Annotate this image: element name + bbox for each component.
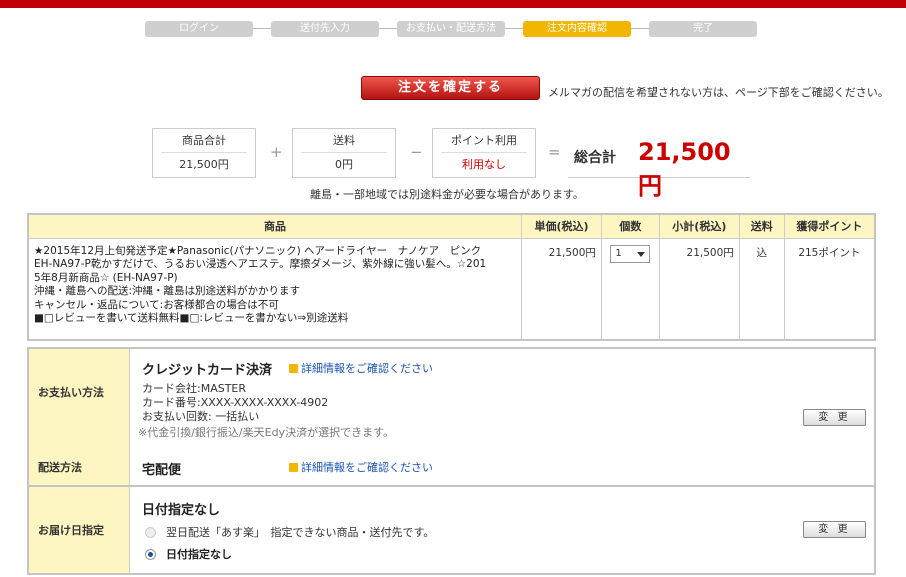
payment-options-note: ※代金引換/銀行振込/楽天Edy決済が選択できます。 — [138, 426, 394, 439]
line-shipping-cell: 込 — [738, 237, 785, 341]
radio-next-day[interactable] — [145, 527, 156, 538]
header-subtotal: 小計(税込) — [658, 213, 740, 239]
radio-no-date[interactable] — [145, 549, 156, 560]
quantity-cell: 1 — [600, 237, 660, 341]
points-box: ポイント利用 利用なし — [432, 128, 536, 178]
grand-total-label: 総合計 — [574, 150, 616, 166]
subtotal-value: 21,500円 — [179, 158, 229, 171]
arrow-icon — [289, 463, 298, 472]
header-points: 獲得ポイント — [783, 213, 876, 239]
payment-method-label: お支払い方法 — [38, 386, 104, 399]
shipping-label: 送料 — [301, 129, 387, 153]
delivery-method-name: 宅配便 — [142, 463, 182, 478]
delivery-detail-link[interactable]: 詳細情報をご確認ください — [289, 459, 433, 475]
product-title: ★2015年12月上旬発送予定★Panasonic(パナソニック) ヘアードライ… — [34, 244, 482, 257]
arrow-icon — [289, 364, 298, 373]
step-login: ログイン — [145, 21, 253, 37]
installments: お支払い回数: 一括払い — [142, 410, 260, 423]
delivery-date-title: 日付指定なし — [142, 503, 221, 518]
unit-price-cell: 21,500円 — [521, 237, 602, 341]
change-delivery-date-button[interactable]: 変 更 — [803, 521, 866, 538]
line-subtotal-cell: 21,500円 — [658, 237, 740, 341]
step-complete: 完了 — [649, 21, 757, 37]
points-value: 利用なし — [462, 158, 506, 171]
equals-sign: = — [548, 143, 561, 161]
grand-total-value: 21,500円 — [638, 138, 731, 200]
product-option-review: ■□レビューを書いて送料無料■□:レビューを書かない⇒別途送料 — [34, 312, 349, 324]
quantity-select[interactable]: 1 — [610, 244, 651, 263]
line-points-cell: 215ポイント — [783, 237, 876, 341]
plus-sign: + — [270, 143, 283, 161]
points-label: ポイント利用 — [441, 129, 527, 153]
product-option-cancel: キャンセル・返品について:お客様都合の場合は不可 — [34, 298, 279, 311]
step-shipping-address: 送付先入力 — [271, 21, 379, 37]
table-row: ★2015年12月上旬発送予定★Panasonic(パナソニック) ヘアードライ… — [27, 237, 876, 341]
header-product: 商品 — [27, 213, 523, 239]
product-description: EH-NA97-P乾かすだけで、うるおい浸透ヘアエステ。摩擦ダメージ、紫外線に強… — [34, 258, 487, 270]
subtotal-box: 商品合計 21,500円 — [152, 128, 256, 178]
subtotal-label: 商品合計 — [161, 129, 247, 153]
order-items-table: 商品 単価(税込) 個数 小計(税込) 送料 獲得ポイント ★2015年12月上… — [27, 213, 876, 341]
product-option-okinawa: 沖縄・離島への配送:沖縄・離島は別途送料がかかります — [34, 285, 301, 297]
header-unit-price: 単価(税込) — [521, 213, 602, 239]
step-order-confirm: 注文内容確認 — [523, 21, 631, 37]
confirm-order-button[interactable]: 注文を確定する — [361, 76, 540, 100]
payment-detail-link[interactable]: 詳細情報をご確認ください — [289, 360, 433, 376]
remote-area-note: 離島・一部地域では別途料金が必要な場合があります。 — [310, 188, 584, 201]
delivery-date-section: お届け日指定 日付指定なし 翌日配送「あす楽」 指定できない商品・送付先です。 … — [27, 485, 876, 575]
grand-total: 総合計 21,500円 — [568, 130, 750, 200]
newsletter-note: メルマガの配信を希望されない方は、ページ下部をご確認ください。 — [548, 86, 889, 99]
payment-method-name: クレジットカード決済 — [142, 363, 273, 378]
top-brand-bar — [0, 0, 906, 8]
product-name-cell: ★2015年12月上旬発送予定★Panasonic(パナソニック) ヘアードライ… — [27, 237, 523, 341]
no-date-option-label: 日付指定なし — [166, 548, 232, 561]
header-shipping: 送料 — [738, 213, 785, 239]
change-payment-button[interactable]: 変 更 — [803, 409, 866, 426]
shipping-box: 送料 0円 — [292, 128, 396, 178]
card-company: カード会社:MASTER — [142, 382, 247, 395]
delivery-date-label: お届け日指定 — [38, 524, 104, 537]
next-day-option-label: 翌日配送「あす楽」 指定できない商品・送付先です。 — [166, 526, 435, 539]
delivery-detail-link-text: 詳細情報をご確認ください — [301, 461, 433, 474]
shipping-value: 0円 — [335, 158, 353, 171]
delivery-method-label: 配送方法 — [38, 461, 82, 474]
chevron-down-icon — [637, 251, 646, 257]
order-progress-steps: ログイン 送付先入力 お支払い・配送方法 注文内容確認 完了 — [145, 21, 757, 37]
card-number: カード番号:XXXX-XXXX-XXXX-4902 — [142, 396, 329, 409]
product-description-cont: 5年8月新商品☆ (EH-NA97-P) — [34, 271, 178, 284]
payment-detail-link-text: 詳細情報をご確認ください — [301, 362, 433, 375]
table-header-row: 商品 単価(税込) 個数 小計(税込) 送料 獲得ポイント — [27, 213, 876, 239]
step-payment-delivery: お支払い・配送方法 — [397, 21, 505, 37]
header-quantity: 個数 — [600, 213, 660, 239]
quantity-value: 1 — [615, 247, 622, 259]
minus-sign: − — [410, 143, 423, 161]
payment-delivery-section: お支払い方法 配送方法 クレジットカード決済 詳細情報をご確認ください カード会… — [27, 347, 876, 487]
